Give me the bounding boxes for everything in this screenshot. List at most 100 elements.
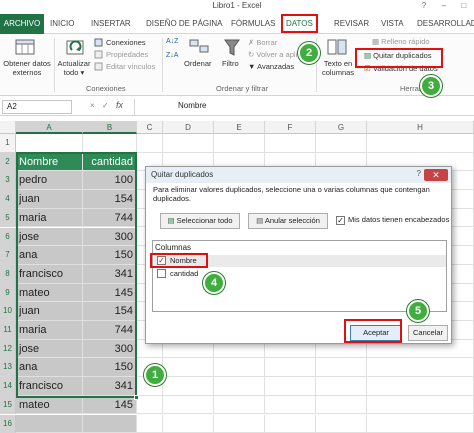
cell-c1[interactable] xyxy=(137,134,163,153)
cell-e13[interactable] xyxy=(214,358,265,377)
row-header-14[interactable]: 14 xyxy=(0,377,16,396)
tab-desarrollador[interactable]: DESARROLLADOR xyxy=(417,16,474,32)
clear-button[interactable]: ✗ Borrar xyxy=(248,38,277,47)
sort-za-button[interactable]: Z↓A xyxy=(166,52,178,59)
cell-b15[interactable]: 145 xyxy=(83,396,137,415)
column-header-b[interactable]: B xyxy=(83,121,137,134)
has-headers-checkbox[interactable]: ✓ xyxy=(336,216,345,225)
edit-links-icon xyxy=(94,62,103,73)
cell-d13[interactable] xyxy=(163,358,214,377)
select-all-icon: ▤ xyxy=(167,216,176,225)
row-header-5[interactable]: 5 xyxy=(0,209,16,228)
cell-g15[interactable] xyxy=(316,396,367,415)
cantidad-checkbox[interactable] xyxy=(157,269,166,278)
get-external-data-button[interactable]: Obtener datos externos xyxy=(2,59,52,77)
cell-c16[interactable] xyxy=(137,415,163,433)
column-header-g[interactable]: G xyxy=(316,121,367,134)
tab-datos[interactable]: DATOS xyxy=(281,14,318,33)
cell-f1[interactable] xyxy=(265,134,316,153)
cell-h13[interactable] xyxy=(367,358,474,377)
row-header-16[interactable]: 16 xyxy=(0,415,16,433)
tab-revisar[interactable]: REVISAR xyxy=(334,16,369,32)
cell-d16[interactable] xyxy=(163,415,214,433)
column-header-h[interactable]: H xyxy=(367,121,474,134)
dialog-close-button[interactable]: ✕ xyxy=(424,169,448,181)
cell-f15[interactable] xyxy=(265,396,316,415)
refresh-all-button[interactable]: Actualizar todo ▾ xyxy=(56,59,92,77)
tab-formulas[interactable]: FÓRMULAS xyxy=(231,16,275,32)
formula-enter-icon[interactable]: ✓ xyxy=(102,101,109,110)
minimize-button[interactable]: – xyxy=(442,0,446,12)
properties-button[interactable]: Propiedades xyxy=(106,50,148,59)
row-header-15[interactable]: 15 xyxy=(0,396,16,415)
cell-b1[interactable] xyxy=(83,134,137,153)
cell-g13[interactable] xyxy=(316,358,367,377)
cancel-button[interactable]: Cancelar xyxy=(408,325,448,341)
cell-c15[interactable] xyxy=(137,396,163,415)
dialog-help-button[interactable]: ? xyxy=(417,169,421,178)
sort-az-button[interactable]: A↓Z xyxy=(166,38,178,45)
cell-a1[interactable] xyxy=(16,134,83,153)
cell-g16[interactable] xyxy=(316,415,367,433)
cell-h1[interactable] xyxy=(367,134,474,153)
row-header-3[interactable]: 3 xyxy=(0,171,16,190)
cell-h15[interactable] xyxy=(367,396,474,415)
row-header-7[interactable]: 7 xyxy=(0,246,16,265)
row-header-9[interactable]: 9 xyxy=(0,284,16,303)
cell-f13[interactable] xyxy=(265,358,316,377)
tab-insertar[interactable]: INSERTAR xyxy=(91,16,131,32)
fill-handle[interactable] xyxy=(134,395,139,400)
sort-button[interactable]: Ordenar xyxy=(184,59,212,68)
column-header-c[interactable]: C xyxy=(137,121,163,134)
cell-f14[interactable] xyxy=(265,377,316,396)
row-header-4[interactable]: 4 xyxy=(0,190,16,209)
cell-a16[interactable] xyxy=(16,415,83,433)
fx-icon[interactable]: fx xyxy=(116,100,123,110)
cell-a15[interactable]: mateo xyxy=(16,396,83,415)
formula-input[interactable]: Nombre xyxy=(178,101,206,110)
text-to-columns-button[interactable]: Texto en columnas xyxy=(318,59,358,77)
cell-h14[interactable] xyxy=(367,377,474,396)
maximize-button[interactable]: □ xyxy=(461,0,466,12)
cell-h16[interactable] xyxy=(367,415,474,433)
column-header-d[interactable]: D xyxy=(163,121,214,134)
column-header-a[interactable]: A xyxy=(16,121,83,134)
row-header-10[interactable]: 10 xyxy=(0,302,16,321)
select-all-corner[interactable] xyxy=(0,121,16,134)
cell-e1[interactable] xyxy=(214,134,265,153)
row-header-8[interactable]: 8 xyxy=(0,265,16,284)
cell-d15[interactable] xyxy=(163,396,214,415)
tab-diseno-pagina[interactable]: DISEÑO DE PÁGINA xyxy=(146,16,222,32)
row-header-13[interactable]: 13 xyxy=(0,358,16,377)
cell-b16[interactable] xyxy=(83,415,137,433)
name-box[interactable]: A2 xyxy=(2,100,72,114)
advanced-button[interactable]: ▼ Avanzadas xyxy=(248,62,294,71)
flash-fill-button[interactable]: ▦ Relleno rápido xyxy=(372,37,430,46)
tab-archivo[interactable]: ARCHIVO xyxy=(0,14,44,34)
column-header-e[interactable]: E xyxy=(214,121,265,134)
row-header-2[interactable]: 2 xyxy=(0,153,16,172)
help-button[interactable]: ? xyxy=(422,0,426,12)
cell-e15[interactable] xyxy=(214,396,265,415)
unselect-all-button[interactable]: ▤ Anular selección xyxy=(248,213,328,229)
connections-button[interactable]: Conexiones xyxy=(106,38,146,47)
column-item-cantidad[interactable]: cantidad xyxy=(154,268,446,280)
tab-inicio[interactable]: INICIO xyxy=(50,16,74,32)
formula-cancel-icon[interactable]: × xyxy=(90,101,95,110)
filter-button[interactable]: Filtro xyxy=(222,59,239,68)
cell-d14[interactable] xyxy=(163,377,214,396)
tab-vista[interactable]: VISTA xyxy=(381,16,404,32)
cell-e14[interactable] xyxy=(214,377,265,396)
select-all-button[interactable]: ▤ Seleccionar todo xyxy=(160,213,240,229)
row-header-12[interactable]: 12 xyxy=(0,340,16,359)
cell-d1[interactable] xyxy=(163,134,214,153)
row-header-11[interactable]: 11 xyxy=(0,321,16,340)
cell-g14[interactable] xyxy=(316,377,367,396)
edit-links-button[interactable]: Editar vínculos xyxy=(106,62,155,71)
row-header-1[interactable]: 1 xyxy=(0,134,16,153)
row-header-6[interactable]: 6 xyxy=(0,228,16,247)
cell-f16[interactable] xyxy=(265,415,316,433)
cell-e16[interactable] xyxy=(214,415,265,433)
column-header-f[interactable]: F xyxy=(265,121,316,134)
cell-g1[interactable] xyxy=(316,134,367,153)
